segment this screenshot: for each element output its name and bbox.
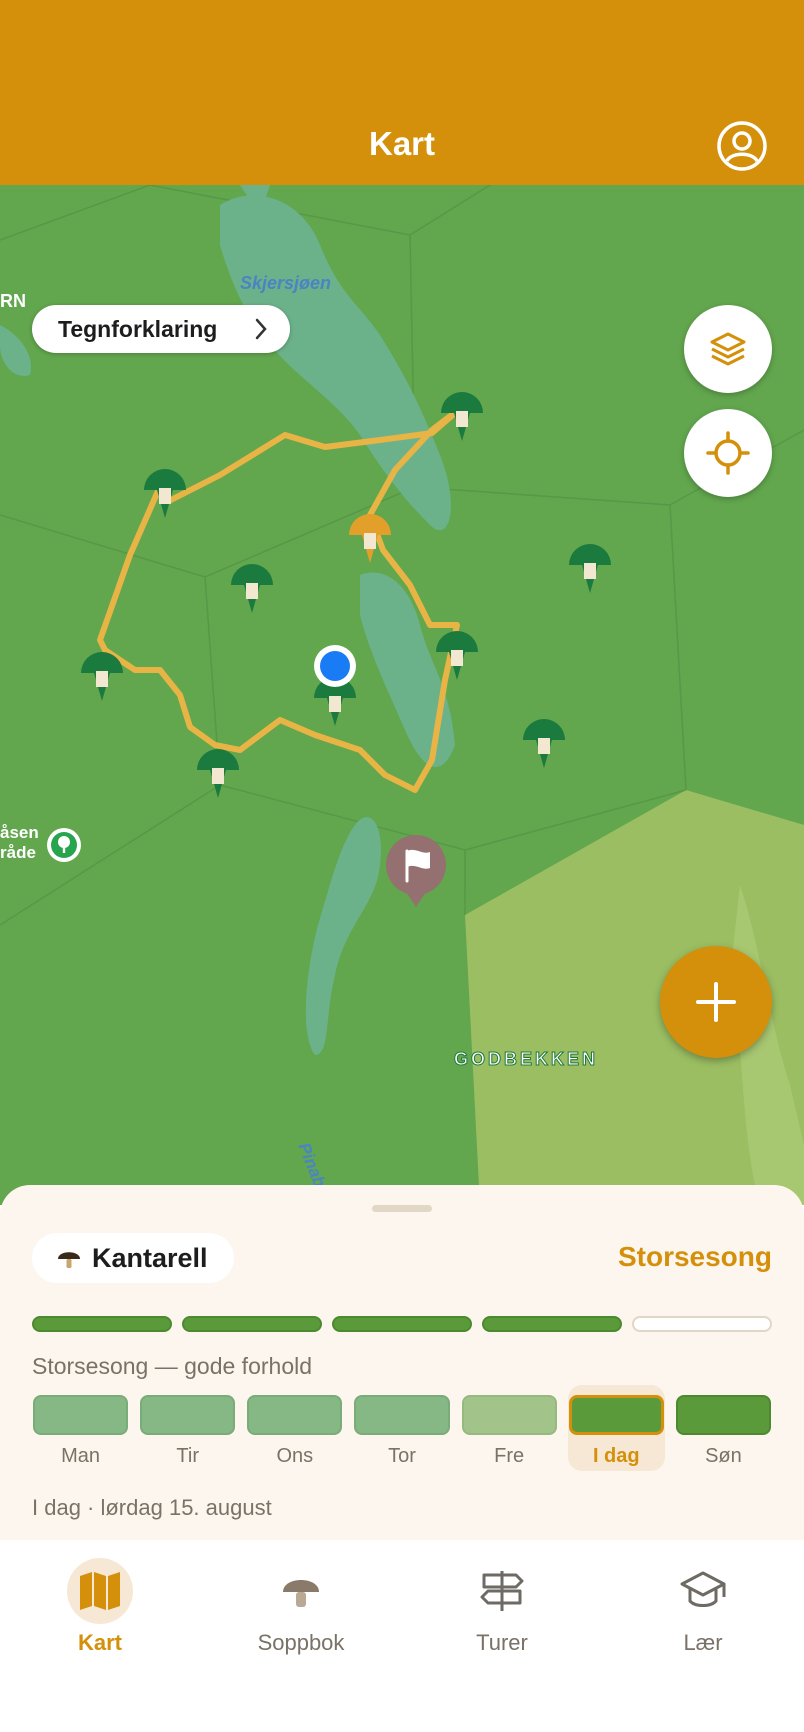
season-level-segment bbox=[332, 1316, 472, 1332]
map-layers-button[interactable] bbox=[684, 305, 772, 393]
season-status: Storsesong bbox=[617, 1241, 772, 1272]
day-condition-bar bbox=[675, 1395, 771, 1435]
lake-label: Skjersjøen bbox=[240, 273, 332, 293]
area-label: GODBEKKEN bbox=[453, 1049, 599, 1070]
profile-icon bbox=[717, 121, 767, 171]
season-level-segment bbox=[32, 1316, 172, 1332]
crosshair-icon bbox=[706, 431, 750, 475]
species-name: Kantarell bbox=[92, 1242, 208, 1273]
layers-icon bbox=[710, 332, 746, 366]
map-icon bbox=[67, 1558, 133, 1624]
day-condition-bar bbox=[247, 1395, 343, 1435]
day-cell-wed[interactable]: Ons bbox=[246, 1395, 343, 1468]
day-forecast: Man Tir Ons Tor Fre I dag Søn bbox=[32, 1385, 772, 1471]
signpost-icon bbox=[469, 1558, 535, 1624]
day-cell-sun[interactable]: Søn bbox=[675, 1395, 772, 1468]
chevron-right-icon bbox=[255, 318, 267, 340]
park-icon bbox=[47, 828, 81, 862]
tab-soppbok[interactable]: Soppbok bbox=[221, 1558, 381, 1656]
day-label: Fre bbox=[494, 1445, 525, 1467]
day-condition-bar-selected bbox=[568, 1395, 664, 1435]
species-season-sheet[interactable]: Kantarell Storsesong Storsesong — gode f… bbox=[0, 1185, 804, 1540]
app-header: Kart bbox=[0, 0, 804, 185]
map-edge-label: RN bbox=[0, 291, 26, 311]
day-condition-bar bbox=[354, 1395, 450, 1435]
page-title: Kart bbox=[368, 125, 436, 162]
day-label: I dag bbox=[592, 1445, 640, 1467]
area-left-label: åsen råde bbox=[0, 823, 39, 862]
day-cell-thu[interactable]: Tor bbox=[353, 1395, 450, 1468]
mushroom-icon bbox=[58, 1252, 80, 1268]
tab-label: Soppbok bbox=[257, 1630, 345, 1655]
season-level-segment-empty bbox=[632, 1316, 772, 1332]
user-location-dot bbox=[314, 645, 356, 687]
tab-label: Turer bbox=[476, 1630, 528, 1655]
tab-label: Kart bbox=[77, 1630, 122, 1655]
tab-laer[interactable]: Lær bbox=[623, 1558, 783, 1656]
day-label: Tor bbox=[388, 1445, 416, 1467]
locate-me-button[interactable] bbox=[684, 409, 772, 497]
plus-icon bbox=[696, 982, 736, 1022]
species-selector[interactable]: Kantarell bbox=[32, 1233, 234, 1283]
sheet-drag-handle[interactable] bbox=[372, 1205, 432, 1212]
tab-kart[interactable]: Kart bbox=[20, 1558, 180, 1656]
day-condition-bar bbox=[140, 1395, 236, 1435]
tab-turer[interactable]: Turer bbox=[422, 1558, 582, 1656]
day-cell-tue[interactable]: Tir bbox=[139, 1395, 236, 1468]
tab-label: Lær bbox=[683, 1630, 723, 1655]
legend-button[interactable]: Tegnforklaring bbox=[32, 305, 290, 353]
day-label: Man bbox=[61, 1445, 101, 1467]
legend-label: Tegnforklaring bbox=[58, 315, 218, 342]
day-label: Søn bbox=[705, 1445, 742, 1467]
graduation-cap-icon bbox=[670, 1558, 736, 1624]
day-cell-fri[interactable]: Fre bbox=[461, 1395, 558, 1468]
season-level-segment bbox=[482, 1316, 622, 1332]
day-condition-bar bbox=[33, 1395, 129, 1435]
day-cell-mon[interactable]: Man bbox=[32, 1395, 129, 1468]
profile-button[interactable] bbox=[716, 120, 768, 172]
season-level-bar bbox=[32, 1316, 772, 1332]
day-label: Tir bbox=[176, 1445, 199, 1467]
day-cell-today[interactable]: I dag bbox=[567, 1385, 665, 1471]
day-label: Ons bbox=[276, 1445, 314, 1467]
season-description: Storsesong — gode forhold bbox=[32, 1353, 313, 1379]
season-level-segment bbox=[182, 1316, 322, 1332]
day-condition-bar bbox=[461, 1395, 557, 1435]
add-find-button[interactable] bbox=[660, 946, 772, 1058]
selected-date: I dag · lørdag 15. august bbox=[32, 1495, 272, 1520]
mushroom-icon bbox=[268, 1558, 334, 1624]
bottom-tab-bar: Kart Soppbok Turer Lær bbox=[0, 1540, 804, 1732]
